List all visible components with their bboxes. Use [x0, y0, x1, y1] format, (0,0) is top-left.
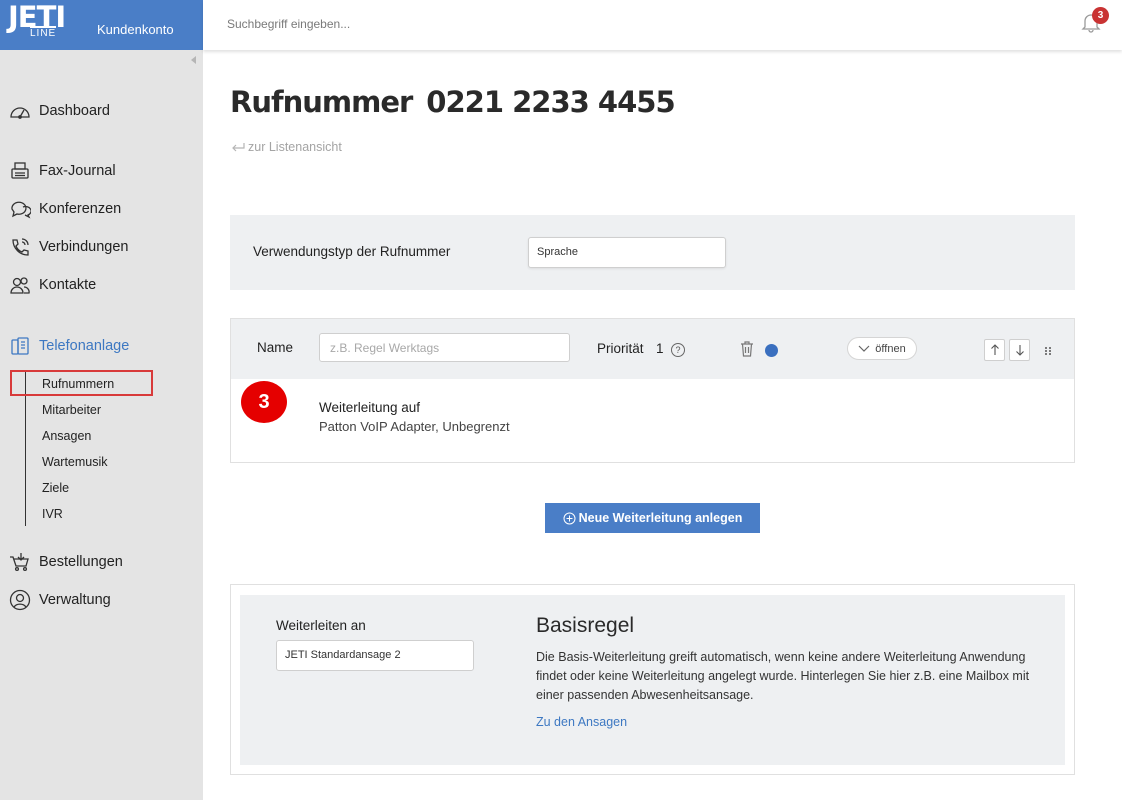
step-badge: 3 [241, 381, 287, 423]
subnav-item-ansagen[interactable]: Ansagen [42, 428, 91, 444]
sidebar-item-label: Kontakte [39, 277, 97, 293]
help-icon[interactable]: ? [671, 343, 685, 357]
forward-to-select[interactable]: JETI Standardansage 2 [276, 640, 474, 671]
move-up-button[interactable] [984, 339, 1005, 361]
sidebar-item-verwaltung[interactable]: Verwaltung [8, 588, 111, 612]
topbar: 3 [203, 0, 1122, 50]
forward-target-detail: Patton VoIP Adapter, Unbegrenzt [319, 419, 510, 434]
new-forwarding-label: Neue Weiterleitung anlegen [578, 511, 743, 525]
usage-type-panel: Verwendungstyp der Rufnummer Sprache [230, 215, 1075, 290]
forwarding-rule-card: Name Priorität 1 ? öffnen 3 Weiterleitun… [230, 318, 1075, 463]
sidebar-item-label: Verbindungen [39, 239, 129, 255]
subnav-item-ziele[interactable]: Ziele [42, 480, 69, 496]
drag-handle-icon[interactable] [1044, 346, 1052, 356]
logo-subline: LINE [30, 26, 57, 39]
chat-icon [8, 198, 32, 220]
priority-label: Priorität [597, 341, 644, 356]
selected-subnav-highlight [10, 370, 153, 396]
subnav-item-wartemusik[interactable]: Wartemusik [42, 454, 108, 470]
pbx-icon [8, 335, 32, 357]
sidebar-item-fax-journal[interactable]: Fax-Journal [8, 159, 116, 183]
new-forwarding-button[interactable]: Neue Weiterleitung anlegen [545, 503, 760, 533]
rule-name-input[interactable] [319, 333, 570, 362]
open-rule-button[interactable]: öffnen [847, 337, 917, 360]
rule-header: Name Priorität 1 ? öffnen [231, 319, 1074, 379]
collapse-sidebar-icon[interactable] [191, 56, 196, 64]
plus-circle-icon [563, 512, 576, 524]
announcements-link[interactable]: Zu den Ansagen [536, 715, 627, 729]
notification-badge: 3 [1092, 7, 1109, 24]
phone-icon [8, 236, 32, 258]
chevron-down-icon [858, 345, 870, 352]
account-label: Kundenkonto [97, 22, 174, 37]
sidebar-item-kontakte[interactable]: Kontakte [8, 273, 96, 297]
logo[interactable]: JETI LINE Kundenkonto [0, 0, 203, 50]
base-rule-description: Die Basis-Weiterleitung greift automatis… [536, 650, 1030, 702]
forward-to-label: Weiterleiten an [276, 618, 366, 633]
page-title-label: Rufnummer [230, 85, 413, 119]
arrow-up-icon [990, 344, 999, 355]
sidebar-item-verbindungen[interactable]: Verbindungen [8, 235, 129, 259]
back-link-label: zur Listenansicht [248, 140, 342, 154]
sidebar: JETI LINE Kundenkonto Dashboard Fax-Jour… [0, 0, 203, 800]
phone-number: 0221 2233 4455 [426, 85, 675, 119]
subnav-item-ivr[interactable]: IVR [42, 506, 63, 522]
user-circle-icon [8, 589, 32, 611]
sidebar-item-label: Konferenzen [39, 201, 122, 217]
status-indicator[interactable] [765, 344, 778, 357]
sidebar-item-label: Verwaltung [39, 592, 111, 608]
page-title: Rufnummer 0221 2233 4455 [230, 85, 676, 119]
sidebar-item-konferenzen[interactable]: Konferenzen [8, 197, 121, 221]
sidebar-item-label: Bestellungen [39, 554, 123, 570]
sidebar-item-dashboard[interactable]: Dashboard [8, 99, 110, 123]
base-rule-title: Basisregel [536, 614, 635, 637]
priority-value: 1 [656, 341, 664, 356]
sidebar-item-telefonanlage[interactable]: Telefonanlage [8, 334, 129, 358]
speedometer-icon [8, 100, 32, 122]
contacts-icon [8, 274, 32, 296]
open-rule-label: öffnen [875, 342, 906, 355]
usage-type-select[interactable]: Sprache [528, 237, 726, 268]
arrow-down-icon [1015, 345, 1024, 356]
base-rule-panel: Weiterleiten an JETI Standardansage 2 Ba… [240, 595, 1065, 765]
sidebar-item-label: Dashboard [39, 103, 110, 119]
base-rule-card: Weiterleiten an JETI Standardansage 2 Ba… [230, 584, 1075, 775]
sidebar-item-label: Fax-Journal [39, 163, 116, 179]
forward-target-title: Weiterleitung auf [319, 400, 421, 415]
subnav-item-mitarbeiter[interactable]: Mitarbeiter [42, 402, 101, 418]
sidebar-item-bestellungen[interactable]: Bestellungen [8, 550, 123, 574]
return-arrow-icon [232, 143, 245, 152]
trash-icon[interactable] [740, 341, 754, 357]
back-to-list-link[interactable]: zur Listenansicht [230, 140, 342, 154]
search-input[interactable] [227, 12, 827, 36]
move-down-button[interactable] [1009, 339, 1030, 361]
usage-type-label: Verwendungstyp der Rufnummer [253, 244, 451, 259]
sidebar-item-label: Telefonanlage [39, 338, 130, 354]
fax-icon [8, 160, 32, 182]
cart-icon [8, 551, 32, 573]
rule-name-label: Name [257, 340, 294, 355]
